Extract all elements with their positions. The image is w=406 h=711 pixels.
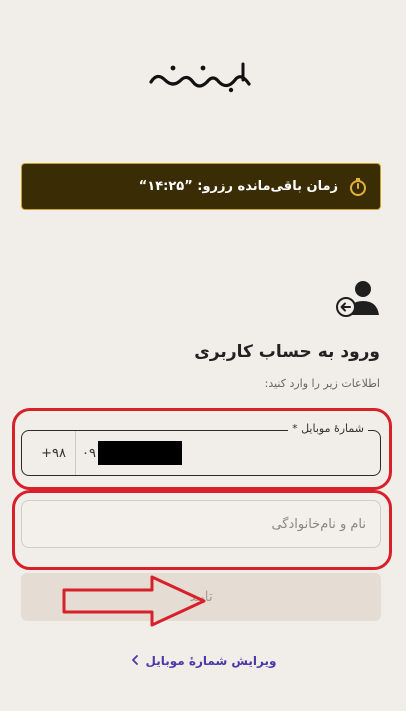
stopwatch-icon xyxy=(348,177,368,197)
annotation-highlight-name xyxy=(12,490,392,570)
annotation-highlight-phone xyxy=(12,408,392,490)
timer-text: زمان باقی‌مانده رزرو: ”۱۴:۲۵“ xyxy=(138,179,338,194)
page-title: ورود به حساب کاربری xyxy=(194,342,380,362)
annotation-arrow xyxy=(62,575,206,627)
reservation-timer-banner: زمان باقی‌مانده رزرو: ”۱۴:۲۵“ xyxy=(21,163,381,210)
edit-phone-link[interactable]: ویرایش شمارهٔ موبایل xyxy=(0,654,406,668)
logo-text: فیدیبو xyxy=(203,76,204,77)
page-subtitle: اطلاعات زیر را وارد کنید: xyxy=(264,377,380,390)
edit-phone-link-label: ویرایش شمارهٔ موبایل xyxy=(145,654,277,668)
chevron-left-icon xyxy=(130,654,140,668)
user-login-icon xyxy=(334,279,380,319)
fidibo-logo: فیدیبو xyxy=(0,52,406,100)
